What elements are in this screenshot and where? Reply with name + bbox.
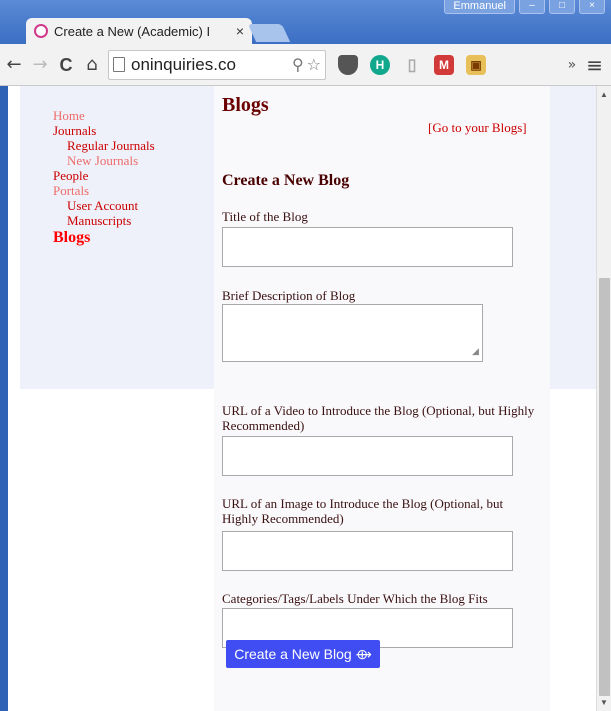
video-url-input[interactable] [222, 436, 513, 476]
create-blog-button[interactable]: Create a New Blog ⟴ [226, 640, 380, 668]
sidebar-item-portals[interactable]: Portals [53, 183, 207, 198]
section-title: Create a New Blog [222, 172, 350, 189]
mv-extension-icon[interactable]: M [434, 54, 454, 75]
resize-handle-icon[interactable]: ◢ [472, 346, 482, 356]
bag-extension-icon[interactable]: ▣ [466, 54, 486, 75]
address-bar[interactable]: oninquiries.co ⚲ ☆ [108, 49, 326, 80]
new-tab-button[interactable] [247, 24, 291, 42]
page-viewport: Home Journals Regular Journals New Journ… [8, 86, 596, 711]
site-favicon-icon [34, 24, 48, 38]
sidebar-item-people[interactable]: People [53, 168, 207, 183]
sidebar-item-new-journals[interactable]: New Journals [53, 153, 207, 168]
zoom-icon[interactable]: ⚲ [292, 55, 304, 74]
image-url-label: URL of an Image to Introduce the Blog (O… [222, 496, 504, 526]
blog-description-textarea[interactable] [222, 304, 483, 362]
page-icon [113, 57, 125, 72]
video-url-label: URL of a Video to Introduce the Blog (Op… [222, 403, 535, 433]
page-title: Blogs [222, 94, 269, 116]
sidebar-item-manuscripts[interactable]: Manuscripts [53, 213, 207, 228]
back-arrow-icon[interactable]: ← [2, 53, 26, 77]
reload-icon[interactable]: C [54, 53, 78, 77]
browser-tab[interactable]: Create a New (Academic) I × [26, 18, 252, 44]
sidebar-item-user-account[interactable]: User Account [53, 198, 207, 213]
image-url-input[interactable] [222, 531, 513, 571]
scroll-down-arrow-icon[interactable]: ▼ [600, 698, 608, 707]
categories-label: Categories/Tags/Labels Under Which the B… [222, 591, 488, 606]
go-to-blogs-link[interactable]: [Go to your Blogs] [428, 120, 527, 136]
scrollbar-thumb[interactable] [599, 278, 610, 696]
browser-toolbar: ← → C ⌂ oninquiries.co ⚲ ☆ H ▯ M ▣ » ≡ [0, 44, 611, 86]
blog-title-input[interactable] [222, 227, 513, 267]
sidebar-nav: Home Journals Regular Journals New Journ… [47, 86, 207, 290]
pocket-extension-icon[interactable] [338, 54, 358, 75]
star-icon[interactable]: ☆ [307, 55, 321, 74]
extensions-overflow-icon[interactable]: » [568, 57, 577, 73]
sidebar-item-home[interactable]: Home [53, 108, 207, 123]
forward-arrow-icon[interactable]: → [28, 53, 52, 77]
window-titlebar: Emmanuel – □ × Create a New (Academic) I… [0, 0, 611, 44]
blog-title-label: Title of the Blog [222, 209, 308, 224]
maximize-button[interactable]: □ [549, 0, 575, 14]
vertical-scrollbar[interactable]: ▲ ▼ [596, 86, 611, 711]
scroll-up-arrow-icon[interactable]: ▲ [600, 90, 608, 99]
close-window-button[interactable]: × [579, 0, 605, 14]
tab-close-icon[interactable]: × [236, 23, 244, 39]
menu-icon[interactable]: ≡ [586, 53, 603, 77]
sidebar-item-regular-journals[interactable]: Regular Journals [53, 138, 207, 153]
minimize-button[interactable]: – [519, 0, 545, 14]
home-icon[interactable]: ⌂ [80, 53, 104, 77]
sidebar-item-journals[interactable]: Journals [53, 123, 207, 138]
profile-button[interactable]: Emmanuel [444, 0, 515, 14]
blog-description-label: Brief Description of Blog [222, 288, 356, 303]
tab-title: Create a New (Academic) I [54, 23, 211, 39]
url-text[interactable]: oninquiries.co [131, 55, 289, 75]
usb-extension-icon[interactable]: ▯ [402, 55, 422, 75]
toolbar-overflow: » ≡ [568, 53, 603, 77]
window-controls: Emmanuel – □ × [444, 0, 605, 14]
h-extension-icon[interactable]: H [370, 54, 390, 75]
sidebar-item-blogs[interactable]: Blogs [53, 228, 207, 248]
